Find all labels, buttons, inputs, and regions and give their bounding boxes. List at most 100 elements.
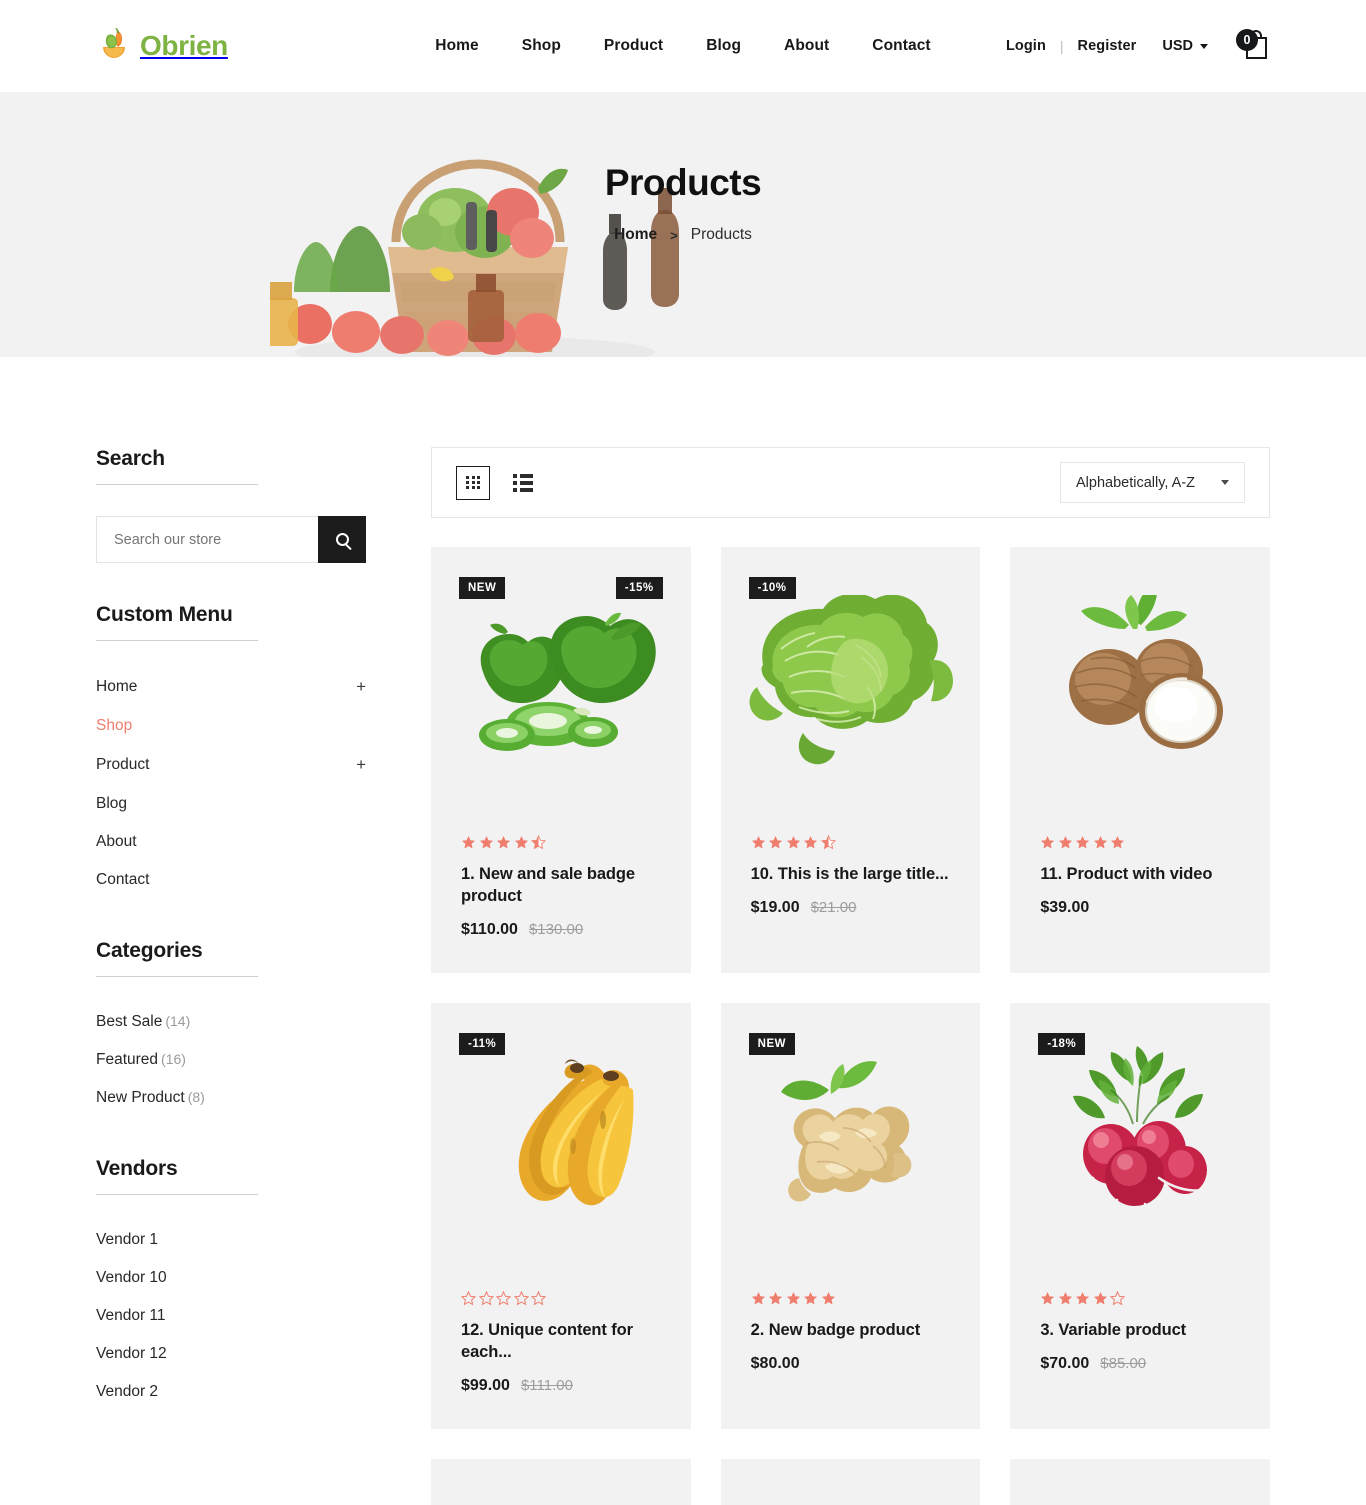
- product-badge-discount: -11%: [459, 1032, 506, 1055]
- product-card[interactable]: 11. Product with video $39.00: [1010, 547, 1270, 973]
- product-card[interactable]: [1010, 1458, 1270, 1505]
- product-price-group: $19.00 $21.00: [751, 899, 951, 917]
- currency-label: USD: [1162, 38, 1193, 54]
- product-price-group: $70.00 $85.00: [1040, 1355, 1240, 1373]
- main-navigation: Home Shop Product Blog About Contact: [396, 37, 970, 55]
- product-title[interactable]: 2. New badge product: [751, 1320, 951, 1342]
- categories-list: Best Sale (14) Featured (16) New Product (8…: [96, 1003, 396, 1117]
- category-item-best-sale[interactable]: Best Sale (14): [96, 1003, 396, 1041]
- star-icon: [768, 1291, 783, 1306]
- product-info: 2. New badge product $80.00: [721, 1273, 981, 1407]
- category-item-new-product[interactable]: New Product (8): [96, 1079, 396, 1117]
- breadcrumb-separator-icon: >: [670, 227, 678, 243]
- product-card[interactable]: [720, 1458, 981, 1505]
- product-price: $19.00: [750, 898, 800, 916]
- coconuts-image: [1068, 594, 1223, 749]
- product-badge-discount: -10%: [748, 577, 796, 599]
- star-icon: [1075, 835, 1090, 850]
- star-icon: [461, 835, 476, 850]
- product-title[interactable]: 3. Variable product: [1040, 1320, 1240, 1342]
- product-image-wrap: NEW: [720, 1002, 981, 1273]
- cart-count-badge: 0: [1236, 29, 1258, 51]
- product-title[interactable]: 11. Product with video: [1040, 864, 1240, 886]
- category-count: (14): [165, 1013, 191, 1029]
- vendor-item[interactable]: Vendor 2: [96, 1373, 396, 1411]
- savoy-cabbage-image: [749, 594, 953, 764]
- brand-logo[interactable]: Obrien: [96, 26, 396, 66]
- product-price-group: $99.00 $111.00: [461, 1377, 661, 1395]
- nav-item-about[interactable]: About: [784, 37, 829, 55]
- expand-plus-icon[interactable]: +: [356, 677, 366, 697]
- product-info: 10. This is the large title... $19.00 $2…: [721, 817, 981, 951]
- custom-menu-widget: Custom Menu Home + Shop Product + Blog A…: [96, 603, 396, 899]
- register-link[interactable]: Register: [1078, 38, 1137, 54]
- ginger-root-image: [780, 1061, 912, 1202]
- star-icon: [751, 835, 766, 850]
- product-title[interactable]: 1. New and sale badge product: [461, 864, 661, 908]
- breadcrumb-home[interactable]: Home: [614, 226, 657, 244]
- expand-plus-icon[interactable]: +: [356, 755, 366, 775]
- star-icon: [1040, 1291, 1055, 1306]
- menu-item-product[interactable]: Product +: [96, 745, 366, 785]
- star-icon: [1058, 1291, 1073, 1306]
- nav-item-shop[interactable]: Shop: [522, 37, 561, 55]
- star-half-icon: [820, 834, 836, 850]
- product-compare-price: $130.00: [528, 920, 584, 938]
- star-icon: [1110, 835, 1125, 850]
- product-price: $39.00: [1040, 898, 1090, 916]
- product-price: $80.00: [750, 1354, 800, 1372]
- product-rating: [1040, 1290, 1240, 1306]
- product-price: $110.00: [461, 920, 518, 938]
- category-count: (16): [161, 1051, 186, 1067]
- star-icon: [803, 835, 818, 850]
- vendor-item[interactable]: Vendor 11: [96, 1297, 396, 1335]
- menu-item-shop[interactable]: Shop: [96, 707, 366, 745]
- currency-selector[interactable]: USD: [1162, 38, 1208, 54]
- menu-item-label: About: [96, 833, 137, 850]
- star-icon: [786, 835, 801, 850]
- product-rating: [460, 1290, 661, 1306]
- star-empty-icon: [513, 1290, 529, 1306]
- site-header: Obrien Home Shop Product Blog About Cont…: [0, 0, 1366, 92]
- product-card[interactable]: NEW 2. New badge product $80.00: [720, 1002, 981, 1429]
- view-toggle-group: [456, 465, 540, 500]
- sort-value: Alphabetically, A-Z: [1076, 474, 1196, 491]
- nav-item-contact[interactable]: Contact: [872, 37, 930, 55]
- search-submit-button[interactable]: [318, 516, 366, 563]
- category-item-featured[interactable]: Featured (16): [96, 1041, 396, 1079]
- page-hero: Products Home > Products: [0, 92, 1366, 357]
- category-label: New Product: [96, 1089, 185, 1106]
- login-link[interactable]: Login: [1006, 38, 1046, 54]
- search-input[interactable]: [96, 516, 318, 563]
- menu-item-home[interactable]: Home +: [96, 667, 366, 707]
- list-view-toggle[interactable]: [506, 465, 540, 500]
- product-grid-next-row: [431, 1458, 1270, 1505]
- nav-item-product[interactable]: Product: [604, 37, 663, 55]
- menu-item-label: Home: [96, 678, 138, 695]
- star-icon: [768, 835, 783, 850]
- list-view-icon: [513, 474, 533, 492]
- grid-view-toggle[interactable]: [456, 465, 490, 500]
- vendor-item[interactable]: Vendor 10: [96, 1259, 396, 1297]
- product-card[interactable]: -11% 12. Unique content for each... $99.…: [431, 1002, 691, 1429]
- nav-item-blog[interactable]: Blog: [706, 37, 741, 55]
- vendor-item[interactable]: Vendor 12: [96, 1335, 396, 1373]
- cart-button[interactable]: 0: [1236, 29, 1270, 63]
- breadcrumb: Home > Products: [614, 226, 752, 244]
- nav-item-home[interactable]: Home: [435, 37, 478, 55]
- product-title[interactable]: 12. Unique content for each...: [461, 1320, 661, 1364]
- product-title[interactable]: 10. This is the large title...: [751, 864, 951, 886]
- product-card[interactable]: -10% 10. This is the large title... $19.…: [720, 547, 981, 973]
- menu-item-blog[interactable]: Blog: [96, 785, 366, 823]
- product-card[interactable]: NEW -15% 1. New and sale badge product $…: [431, 547, 691, 973]
- product-card[interactable]: -18% 3. Variable product $70.00 $85.00: [1010, 1002, 1270, 1429]
- sort-dropdown[interactable]: Alphabetically, A-Z: [1060, 462, 1245, 503]
- menu-item-contact[interactable]: Contact: [96, 861, 366, 899]
- product-compare-price: $111.00: [520, 1376, 573, 1394]
- breadcrumb-current: Products: [690, 226, 752, 243]
- menu-item-about[interactable]: About: [96, 823, 366, 861]
- vendor-item[interactable]: Vendor 1: [96, 1221, 396, 1259]
- product-compare-price: $85.00: [1100, 1354, 1147, 1372]
- search-icon: [335, 533, 349, 546]
- product-card[interactable]: [431, 1458, 691, 1505]
